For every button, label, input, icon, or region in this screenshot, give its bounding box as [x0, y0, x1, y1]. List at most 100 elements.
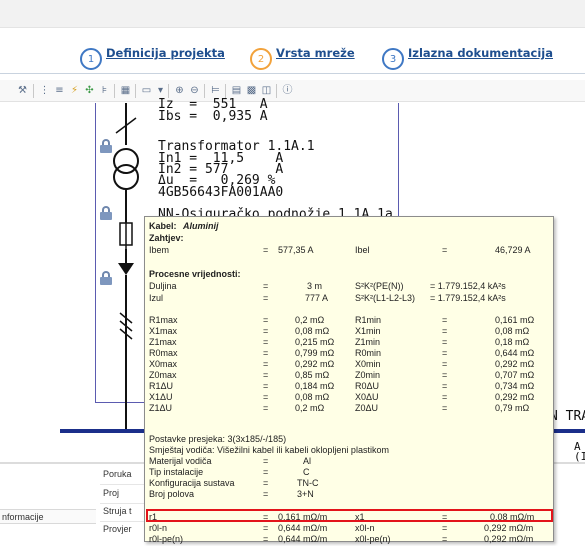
lock-icon [100, 206, 112, 220]
toolbar-separator [276, 84, 277, 98]
dropdown-icon[interactable]: ▾ [154, 84, 167, 97]
ibel-label: Ibel [355, 245, 370, 255]
imp-value-left: 0,08 mΩ [295, 392, 330, 402]
imp-label-right: X0ΔU [355, 392, 379, 402]
materijal-label: Materijal vodiča [149, 456, 212, 466]
zahtjevi-label: Zahtjev: [149, 233, 184, 243]
busbar-label: N TRA [550, 409, 585, 424]
izul-value: 777 A [305, 293, 329, 303]
node-icon[interactable]: ✣ [83, 84, 96, 97]
step-label-vrsta-mreze[interactable]: Vrsta mreže [276, 46, 355, 60]
duljina-value: 3 m [307, 281, 323, 291]
s2k2-l-value: = 1.779.152,4 kA²s [430, 293, 506, 303]
imp-value-left: 0,08 mΩ [295, 326, 330, 336]
toolbar-separator [225, 84, 226, 98]
report-icon[interactable]: ▭ [140, 84, 153, 97]
r0pe-value: 0,644 mΩ/m [278, 534, 328, 544]
s2k2-pe-value: = 1.779.152,4 kA²s [430, 281, 506, 291]
row-divider [100, 484, 145, 485]
konf-label: Konfiguracija sustava [149, 478, 235, 488]
smjestaj-vodica: Smještaj vodiča: Višežilni kabel ili kab… [149, 445, 389, 455]
imp-label-right: X0min [355, 359, 381, 369]
lock-icon [100, 139, 112, 153]
kabel-label: Kabel: [149, 221, 177, 231]
align-icon[interactable]: ⊨ [209, 84, 222, 97]
s2k2-pe-label: S²K²(PE(N)) [355, 281, 404, 291]
x0n-label: x0l-n [355, 523, 375, 533]
imp-value-left: 0,292 mΩ [295, 359, 335, 369]
izul-label: Izul [149, 293, 164, 303]
ibel-value: 46,729 A [495, 245, 531, 255]
row-divider [100, 503, 145, 504]
toolbar-separator [168, 84, 169, 98]
x0pe-value: 0,292 mΩ/m [484, 534, 534, 544]
imp-value-right: 0,734 mΩ [495, 381, 535, 391]
list-icon[interactable]: ≡ [53, 84, 66, 97]
ibem-eq: = [263, 245, 269, 255]
message-row[interactable]: Struja t [103, 506, 132, 516]
toolbar-separator [114, 84, 115, 98]
zoom-in-icon[interactable]: ⊕ [173, 84, 186, 97]
imp-value-left: 0,215 mΩ [295, 337, 335, 347]
imp-eq: = [263, 337, 269, 347]
columns-icon[interactable]: ◫ [260, 84, 273, 97]
messages-header: Poruka [103, 469, 132, 479]
imp-label-right: R1min [355, 315, 382, 325]
materijal-value: Al [303, 456, 312, 466]
tip-eq: = [263, 467, 269, 477]
info-tab[interactable]: nformacije [0, 509, 96, 524]
imp-eq: = [442, 403, 448, 413]
message-row[interactable]: Proj [103, 488, 119, 498]
imp-eq: = [263, 359, 269, 369]
imp-label-right: R0min [355, 348, 382, 358]
imp-eq: = [263, 315, 269, 325]
frame-icon[interactable]: ▦ [119, 84, 132, 97]
tip-value: C [303, 467, 310, 477]
imp-value-right: 0,292 mΩ [495, 359, 535, 369]
diagram-current-ibs: Ibs = 0,935 A [158, 109, 268, 124]
zoom-out-icon[interactable]: ⊖ [188, 84, 201, 97]
r0n-eq: = [263, 523, 269, 533]
x0n-eq: = [442, 523, 448, 533]
imp-label-right: X1min [355, 326, 381, 336]
info-tab-label[interactable]: nformacije [2, 512, 44, 522]
broj-eq: = [263, 489, 269, 499]
toolbar-separator [135, 84, 136, 98]
step-label-definicija[interactable]: Definicija projekta [106, 46, 225, 60]
postavke-presjeka: Postavke presjeka: 3(3x185/-/185) [149, 434, 287, 444]
imp-label-left: Z1ΔU [149, 403, 173, 413]
imp-label-right: Z1min [355, 337, 381, 347]
imp-label-left: X1ΔU [149, 392, 173, 402]
imp-eq: = [263, 381, 269, 391]
ibem-label: Ibem [149, 245, 170, 255]
imp-label-left: R1ΔU [149, 381, 174, 391]
table-icon[interactable]: ▤ [230, 84, 243, 97]
x0pe-label: x0l-pe(n) [355, 534, 391, 544]
steps-divider [0, 73, 585, 74]
duljina-label: Duljina [149, 281, 177, 291]
step-label-izlazna[interactable]: Izlazna dokumentacija [408, 46, 553, 60]
wrench-icon[interactable]: ⚒ [16, 84, 29, 97]
toolbar-separator [204, 84, 205, 98]
imp-eq: = [442, 392, 448, 402]
imp-value-right: 0,161 mΩ [495, 315, 535, 325]
materijal-eq: = [263, 456, 269, 466]
info-icon[interactable]: ⓘ [281, 84, 294, 97]
window-title-bar [0, 0, 585, 28]
message-row[interactable]: Provjer [103, 524, 132, 534]
imp-eq: = [263, 348, 269, 358]
imp-value-right: 0,08 mΩ [495, 326, 530, 336]
plug-icon[interactable]: ⚡ [68, 84, 81, 97]
ibel-eq: = [442, 245, 448, 255]
tree-icon[interactable]: ⋮ [38, 84, 51, 97]
workflow-steps: 1 Definicija projekta 2 Vrsta mreže 3 Iz… [0, 40, 585, 74]
imp-eq: = [263, 403, 269, 413]
imp-label-right: Z0ΔU [355, 403, 379, 413]
imp-value-left: 0,85 mΩ [295, 370, 330, 380]
arrange-icon[interactable]: ⊧ [98, 84, 111, 97]
imp-eq: = [442, 370, 448, 380]
grid-icon[interactable]: ▩ [245, 84, 258, 97]
imp-value-left: 0,2 mΩ [295, 403, 325, 413]
frame-line-left [95, 103, 96, 403]
s2k2-l-label: S²K²(L1-L2-L3) [355, 293, 416, 303]
